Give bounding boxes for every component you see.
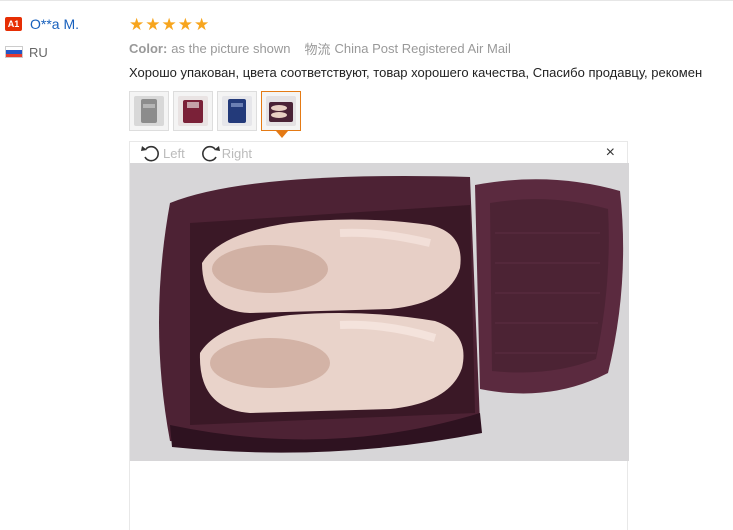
- rotate-right-icon: [201, 145, 220, 162]
- color-value: as the picture shown: [171, 40, 291, 56]
- grey-bag-thumbnail-image: [134, 96, 164, 126]
- rotate-left-label: Left: [163, 145, 185, 161]
- shoes-bag-thumbnail-image: [266, 96, 296, 126]
- review-photo-shoe-bag: [130, 163, 629, 461]
- reviewer-info: A1 O**a M. RU: [5, 14, 120, 62]
- russia-flag-icon: [5, 46, 23, 58]
- star-icon: ★: [194, 14, 210, 34]
- viewer-toolbar: Left Right: [130, 142, 627, 164]
- rotate-left-icon: [141, 145, 159, 162]
- star-icon: ★: [129, 14, 145, 34]
- order-info: Color: as the picture shown 物流 China Pos…: [129, 39, 733, 57]
- thumb-navy-bag[interactable]: [217, 91, 257, 131]
- rotate-left-button[interactable]: Left: [140, 143, 185, 163]
- reviewer-name[interactable]: O**a M.: [30, 16, 79, 32]
- thumb-grey-bag[interactable]: [129, 91, 169, 131]
- star-icon: ★: [177, 14, 193, 34]
- close-viewer-button[interactable]: ×: [606, 145, 615, 161]
- photo-thumbnails: [129, 91, 305, 138]
- review-body: ★ ★ ★ ★ ★ Color: as the picture shown 物流…: [129, 14, 733, 83]
- selected-indicator: [276, 131, 288, 138]
- photo-viewer: Left Right ×: [129, 141, 629, 530]
- navy-bag-thumbnail-image: [222, 96, 252, 126]
- shipping-label: 物流: [304, 41, 331, 57]
- rotate-right-button[interactable]: Right: [199, 143, 252, 163]
- star-icon: ★: [145, 14, 161, 34]
- thumb-maroon-bag[interactable]: [173, 91, 213, 131]
- star-icon: ★: [161, 14, 177, 34]
- level-badge: A1: [5, 17, 22, 31]
- thumb-shoes-bag[interactable]: [261, 91, 301, 138]
- color-label: Color:: [129, 40, 168, 56]
- maroon-bag-thumbnail-image: [178, 96, 208, 126]
- shipping-method: China Post Registered Air Mail: [334, 40, 511, 56]
- review-text: Хорошо упакован, цвета соответствуют, то…: [129, 65, 703, 80]
- rotate-right-label: Right: [221, 145, 253, 161]
- star-rating: ★ ★ ★ ★ ★: [129, 14, 733, 34]
- top-divider: [0, 0, 733, 1]
- country-code: RU: [29, 44, 48, 60]
